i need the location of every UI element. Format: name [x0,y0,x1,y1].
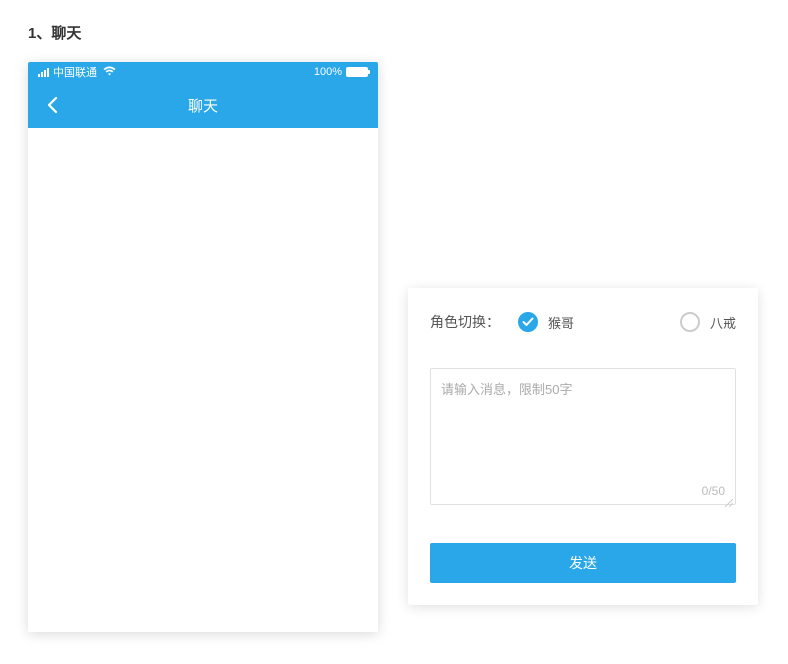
wifi-icon [103,66,116,79]
radio-label: 猴哥 [548,313,574,332]
role-switch-row: 角色切换： 猴哥 八戒 [430,312,736,332]
battery-icon [346,67,368,77]
signal-icon [38,67,49,77]
resize-handle-icon[interactable] [725,494,733,502]
phone-mockup: 中国联通 100% 聊天 [28,62,378,632]
radio-label: 八戒 [710,313,736,332]
back-button[interactable] [40,93,64,117]
status-bar: 中国联通 100% [28,62,378,82]
status-right: 100% [314,66,368,78]
section-title: 1、聊天 [28,22,81,43]
carrier-text: 中国联通 [53,64,97,80]
nav-bar: 聊天 [28,82,378,128]
radio-unchecked-icon [680,312,700,332]
radio-option-houge[interactable]: 猴哥 [518,312,574,332]
chat-body [28,128,378,632]
chevron-left-icon [46,96,58,114]
textarea-container: 0/50 [430,368,736,505]
role-switch-label: 角色切换： [430,312,500,332]
message-input[interactable] [431,369,735,499]
battery-text: 100% [314,66,342,78]
message-panel: 角色切换： 猴哥 八戒 0/50 发送 [408,288,758,605]
nav-title: 聊天 [28,95,378,116]
send-button[interactable]: 发送 [430,543,736,583]
radio-checked-icon [518,312,538,332]
checkmark-icon [522,317,534,327]
status-left: 中国联通 [38,64,116,80]
radio-option-bajie[interactable]: 八戒 [680,312,736,332]
char-counter: 0/50 [702,484,725,498]
